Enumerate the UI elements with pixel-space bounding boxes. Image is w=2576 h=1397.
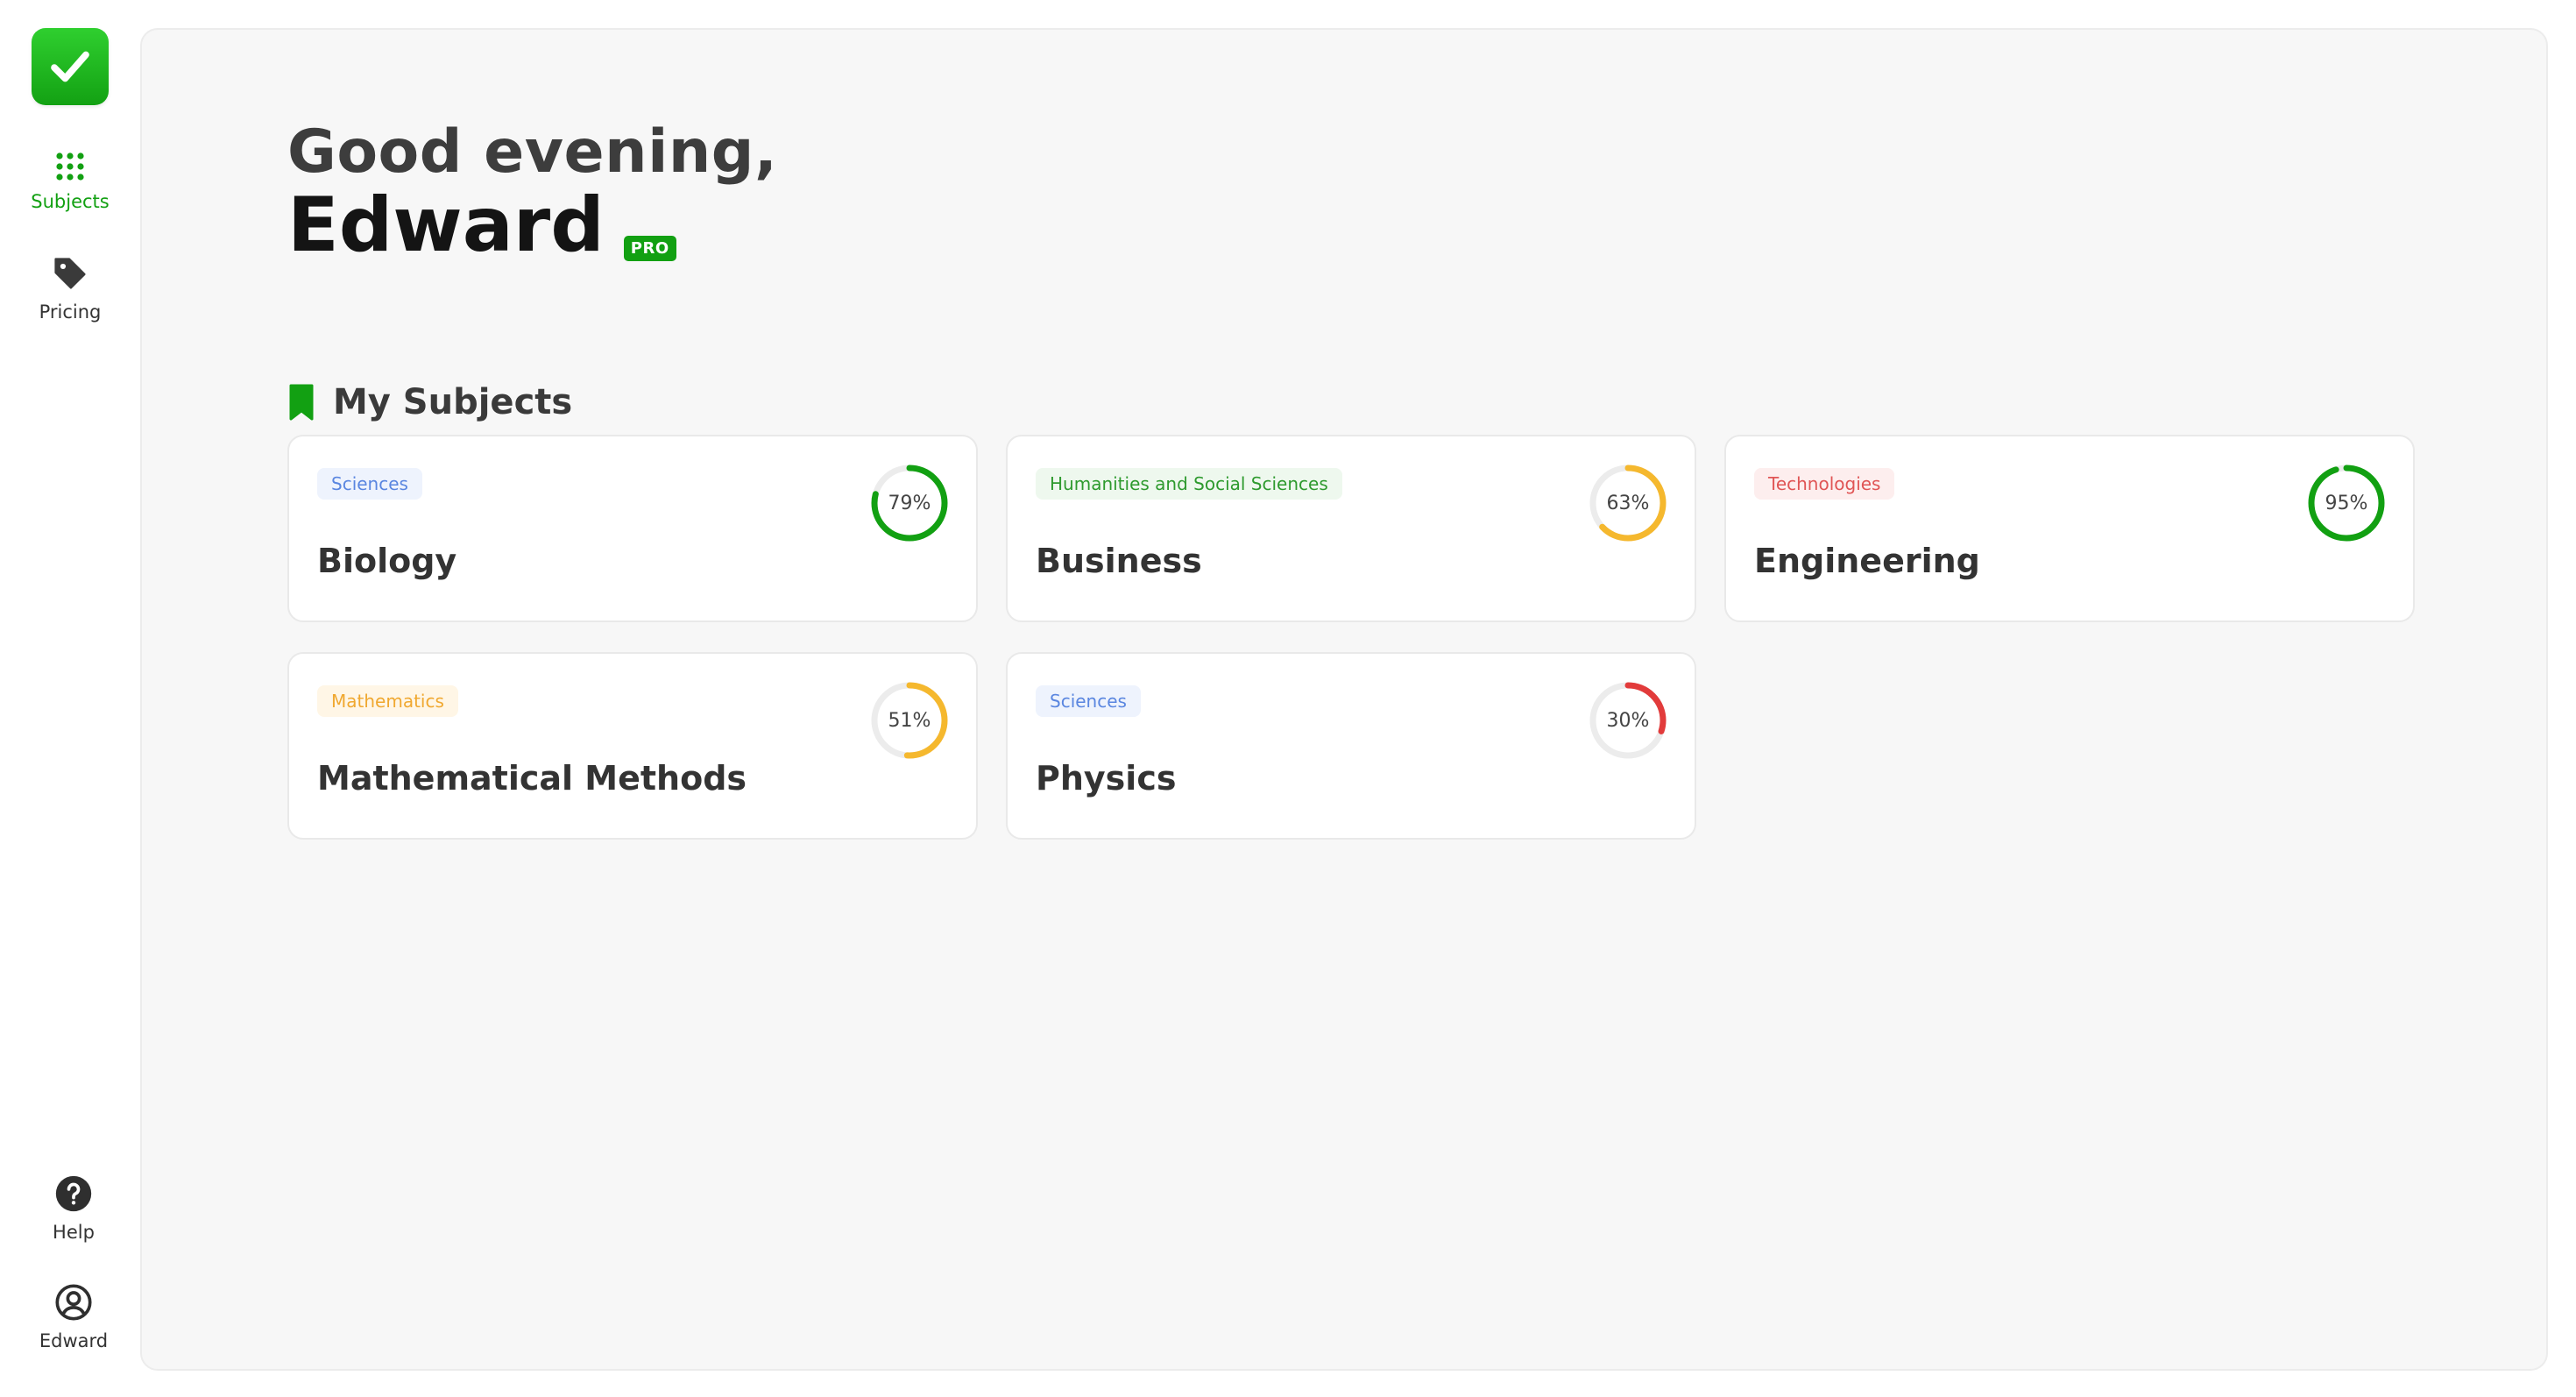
- nav-pricing-label: Pricing: [39, 301, 102, 323]
- category-chip: Sciences: [1036, 685, 1141, 717]
- nav-profile[interactable]: Edward: [4, 1283, 144, 1351]
- subject-card[interactable]: Mathematics Mathematical Methods 51%: [287, 652, 978, 840]
- tag-icon: [54, 258, 86, 289]
- category-chip: Sciences: [317, 468, 422, 500]
- user-name-row: Edward PRO: [287, 188, 676, 263]
- category-chip: Technologies: [1754, 468, 1895, 500]
- nav-subjects-label: Subjects: [31, 191, 110, 212]
- subject-name: Engineering: [1754, 542, 1980, 580]
- greeting-text: Good evening,: [287, 117, 778, 187]
- grid-dots-icon: [56, 152, 84, 181]
- progress-ring: 63%: [1588, 463, 1668, 543]
- section-my-subjects: My Subjects: [287, 382, 572, 422]
- main-content: Good evening, Edward PRO My Subjects Sci…: [140, 28, 2548, 1371]
- progress-ring: 51%: [869, 680, 950, 761]
- app-logo[interactable]: [32, 28, 109, 105]
- category-chip: Mathematics: [317, 685, 458, 717]
- sidebar: Subjects Pricing Help Edward: [0, 0, 140, 1397]
- nav-profile-label: Edward: [39, 1330, 109, 1351]
- bookmark-icon: [289, 384, 314, 421]
- subject-card[interactable]: Sciences Biology 79%: [287, 435, 978, 622]
- nav-help-label: Help: [53, 1222, 95, 1243]
- progress-ring: 95%: [2306, 463, 2387, 543]
- subject-card[interactable]: Humanities and Social Sciences Business 63…: [1006, 435, 1696, 622]
- progress-label: 95%: [2325, 492, 2368, 514]
- nav-subjects[interactable]: Subjects: [0, 151, 140, 212]
- user-name: Edward: [287, 181, 605, 269]
- pro-badge: PRO: [623, 236, 676, 261]
- progress-ring: 30%: [1588, 680, 1668, 761]
- subject-name: Physics: [1036, 759, 1177, 798]
- question-circle-icon: [55, 1175, 92, 1212]
- subject-card[interactable]: Sciences Physics 30%: [1006, 652, 1696, 840]
- progress-label: 51%: [888, 709, 931, 732]
- checkmark-icon: [51, 51, 89, 82]
- progress-ring: 79%: [869, 463, 950, 543]
- nav-pricing[interactable]: Pricing: [0, 254, 140, 323]
- category-chip: Humanities and Social Sciences: [1036, 468, 1342, 500]
- user-circle-icon: [55, 1284, 92, 1321]
- subject-name: Mathematical Methods: [317, 759, 747, 798]
- section-title: My Subjects: [333, 382, 573, 422]
- progress-label: 30%: [1606, 709, 1650, 732]
- subject-card[interactable]: Technologies Engineering 95%: [1724, 435, 2415, 622]
- progress-label: 63%: [1606, 492, 1650, 514]
- progress-label: 79%: [888, 492, 931, 514]
- subject-name: Biology: [317, 542, 457, 580]
- nav-help[interactable]: Help: [4, 1174, 144, 1243]
- subject-name: Business: [1036, 542, 1202, 580]
